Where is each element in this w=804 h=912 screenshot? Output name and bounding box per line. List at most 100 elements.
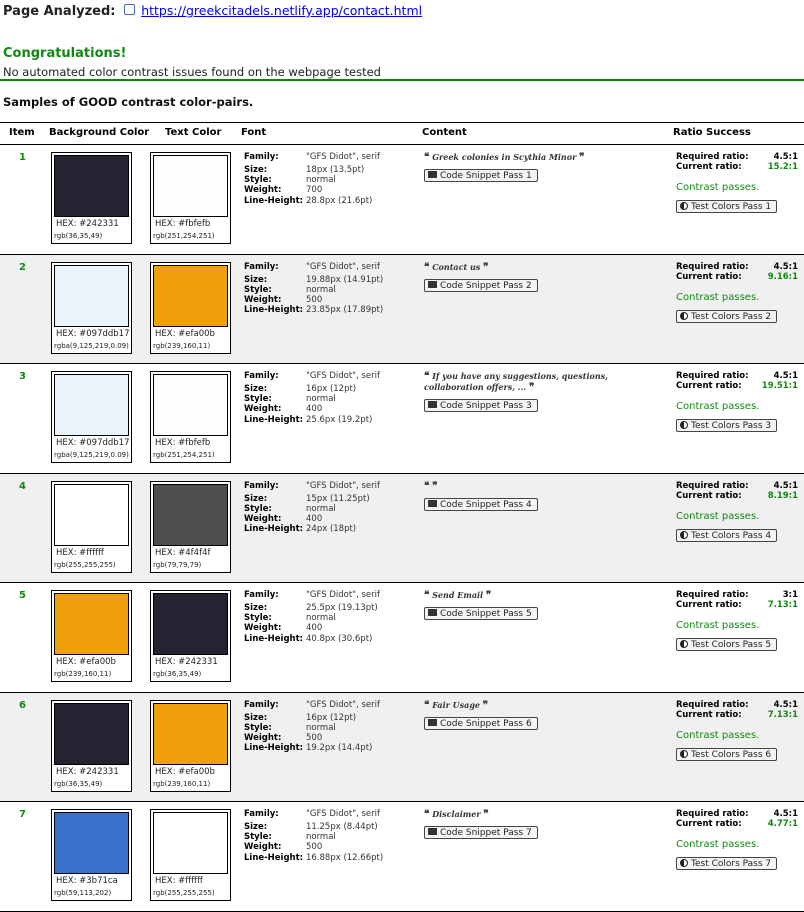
background-color-sample: HEX: #242331 rgb(36,35,49)	[51, 152, 132, 244]
font-weight-value: 700	[306, 185, 323, 196]
content-text: Greek colonies in Scythia Minor	[432, 152, 577, 162]
table-row: 6 HEX: #242331 rgb(36,35,49) HEX: #efa00…	[0, 692, 804, 802]
line-height-label: Line-Height:	[244, 305, 304, 316]
text-hex: HEX: #fbfefb	[155, 438, 211, 448]
background-rgb: rgb(36,35,49)	[54, 232, 103, 240]
code-icon	[428, 280, 437, 288]
contrast-icon	[680, 749, 688, 758]
contrast-icon	[680, 202, 688, 210]
code-snippet-button[interactable]: Code Snippet Pass 5	[424, 607, 538, 620]
background-color-sample: HEX: #097ddb17 rgba(9,125,219,0.09)	[51, 261, 132, 354]
table-row: 1 HEX: #242331 rgb(36,35,49) HEX: #fbfef…	[0, 145, 804, 255]
text-swatch	[153, 155, 228, 217]
text-hex: HEX: #242331	[155, 657, 218, 667]
content-cell: ❝ Fair Usage ❞ Code Snippet Pass 6	[424, 700, 670, 730]
current-ratio-value: 9.16:1	[767, 271, 798, 282]
code-icon	[428, 171, 437, 178]
external-link-icon	[124, 4, 136, 15]
font-weight-value: 500	[306, 732, 323, 743]
text-hex: HEX: #efa00b	[155, 766, 215, 777]
content-cell: ❝ ❞ Code Snippet Pass 4	[424, 481, 670, 511]
item-number: 5	[19, 590, 26, 601]
required-ratio-label: Required ratio:	[676, 699, 749, 710]
text-color-sample: HEX: #efa00b rgb(239,160,11)	[150, 261, 231, 354]
code-snippet-button[interactable]: Code Snippet Pass 2	[424, 278, 538, 292]
content-text: If you have any suggestions, questions, …	[424, 371, 608, 392]
contrast-passes-text: Contrast passes.	[676, 401, 760, 412]
background-rgb: rgba(9,125,219,0.09)	[54, 451, 129, 459]
contrast-passes-text: Contrast passes.	[676, 291, 760, 303]
contrast-icon	[680, 859, 688, 867]
text-hex: HEX: #4f4f4f	[155, 547, 211, 558]
font-family-value: "GFS Didot", serif	[306, 152, 380, 162]
open-quote-icon: ❝	[424, 371, 430, 382]
background-color-sample: HEX: #efa00b rgb(239,160,11)	[51, 590, 132, 682]
font-style-value: normal	[306, 284, 336, 295]
line-height-value: 24px (18pt)	[306, 524, 357, 535]
font-style-value: normal	[306, 394, 336, 405]
current-ratio-label: Current ratio:	[676, 490, 742, 501]
text-color-sample: HEX: #efa00b rgb(239,160,11)	[150, 699, 231, 792]
style-label: Style:	[244, 613, 272, 624]
line-height-label: Line-Height:	[244, 195, 304, 206]
code-snippet-button[interactable]: Code Snippet Pass 1	[424, 169, 538, 182]
background-swatch	[54, 483, 129, 546]
background-hex: HEX: #097ddb17	[56, 438, 130, 448]
analyzed-url-link[interactable]: https://greekcitadels.netlify.app/contac…	[141, 3, 422, 18]
text-hex: HEX: #efa00b	[155, 328, 215, 339]
required-ratio-label: Required ratio:	[676, 152, 749, 162]
code-snippet-button[interactable]: Code Snippet Pass 7	[424, 826, 538, 839]
text-color-sample: HEX: #242331 rgb(36,35,49)	[150, 590, 231, 682]
test-colors-button[interactable]: Test Colors Pass 4	[676, 528, 778, 542]
table-row: 7 HEX: #3b71ca rgb(59,113,202) HEX: #fff…	[0, 802, 804, 912]
size-label: Size:	[244, 712, 268, 723]
text-hex: HEX: #ffffff	[155, 876, 203, 886]
test-colors-button[interactable]: Test Colors Pass 3	[676, 419, 778, 432]
font-weight-value: 400	[306, 623, 323, 634]
content-sample: ❝ Greek colonies in Scythia Minor ❞	[424, 152, 670, 163]
line-height-value: 19.2px (14.4pt)	[306, 743, 373, 754]
test-colors-button[interactable]: Test Colors Pass 6	[676, 747, 778, 761]
font-family-value: "GFS Didot", serif	[306, 480, 380, 491]
background-swatch	[54, 593, 129, 655]
test-colors-button[interactable]: Test Colors Pass 2	[676, 309, 778, 323]
text-rgb: rgb(255,255,255)	[153, 889, 215, 897]
background-rgb: rgb(239,160,11)	[54, 670, 112, 678]
background-swatch	[54, 374, 129, 436]
close-quote-icon: ❞	[485, 590, 492, 601]
ratio-cell: Required ratio: 4.5:1 Current ratio: 4.77:…	[676, 809, 798, 870]
test-colors-button[interactable]: Test Colors Pass 5	[676, 638, 778, 651]
test-colors-button[interactable]: Test Colors Pass 7	[676, 857, 778, 870]
style-label: Style:	[244, 175, 272, 186]
content-text: Send Email	[432, 590, 484, 600]
size-label: Size:	[244, 274, 268, 285]
contrast-passes-text: Contrast passes.	[676, 510, 760, 522]
code-icon	[428, 828, 437, 835]
family-label: Family:	[244, 590, 279, 600]
item-number: 4	[19, 480, 26, 492]
style-label: Style:	[244, 722, 272, 733]
required-ratio-value: 4.5:1	[773, 261, 798, 272]
background-rgb: rgb(36,35,49)	[54, 779, 103, 788]
style-label: Style:	[244, 832, 272, 843]
text-swatch	[153, 483, 228, 546]
open-quote-icon: ❝	[424, 152, 430, 163]
code-snippet-button[interactable]: Code Snippet Pass 4	[424, 497, 538, 511]
line-height-label: Line-Height:	[244, 414, 304, 425]
line-height-value: 28.8px (21.6pt)	[306, 195, 373, 206]
code-snippet-button[interactable]: Code Snippet Pass 3	[424, 399, 538, 412]
code-snippet-button[interactable]: Code Snippet Pass 6	[424, 716, 538, 730]
table-row: 2 HEX: #097ddb17 rgba(9,125,219,0.09) HE…	[0, 254, 804, 364]
code-snippet-label: Code Snippet Pass 1	[440, 171, 532, 181]
close-quote-icon: ❞	[483, 261, 489, 273]
font-family-value: "GFS Didot", serif	[306, 590, 380, 600]
current-ratio-value: 7.13:1	[767, 600, 798, 610]
code-icon	[428, 718, 437, 726]
test-colors-button[interactable]: Test Colors Pass 1	[676, 200, 778, 213]
background-color-sample: HEX: #ffffff rgb(255,255,255)	[51, 480, 132, 573]
weight-label: Weight:	[244, 513, 282, 524]
font-family-value: "GFS Didot", serif	[306, 699, 380, 710]
col-item: Item	[9, 127, 35, 138]
required-ratio-value: 4.5:1	[773, 809, 798, 819]
background-color-sample: HEX: #3b71ca rgb(59,113,202)	[51, 809, 132, 901]
